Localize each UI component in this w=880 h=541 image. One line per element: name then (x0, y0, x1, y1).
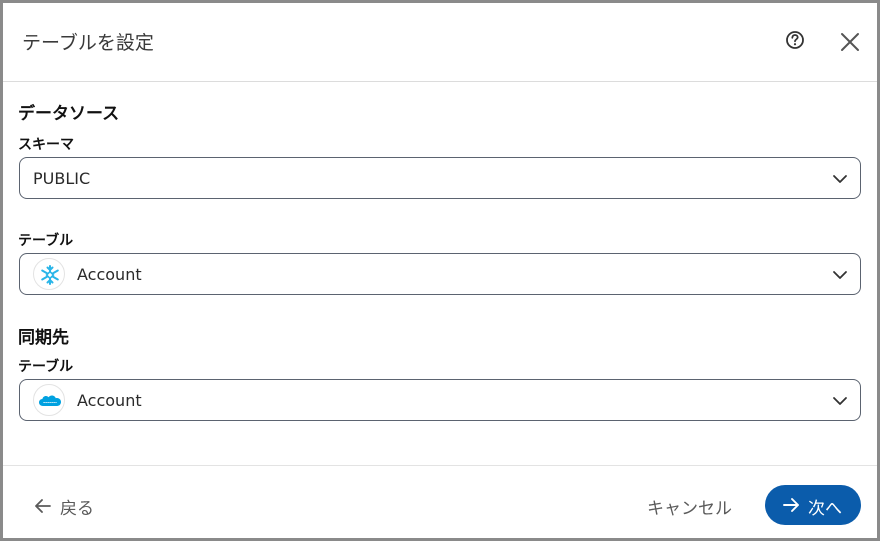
destination-section-title: 同期先 (18, 328, 69, 348)
salesforce-icon (39, 395, 61, 406)
chevron-down-icon (833, 397, 847, 405)
destination-table-label: テーブル (18, 359, 74, 375)
chevron-down-icon (833, 271, 847, 279)
schema-select-value: PUBLIC (33, 169, 91, 188)
next-button-label: 次へ (808, 499, 842, 519)
chevron-down-icon (833, 175, 847, 183)
snowflake-logo (33, 258, 65, 290)
dialog-footer: 戻る キャンセル 次へ (3, 465, 877, 539)
destination-table-select[interactable]: Account (19, 379, 861, 421)
question-circle-icon (786, 31, 804, 49)
data-source-section-title: データソース (18, 104, 120, 124)
schema-label: スキーマ (18, 137, 74, 153)
dialog-title: テーブルを設定 (22, 32, 154, 54)
snowflake-icon (41, 265, 59, 285)
back-button-label: 戻る (60, 499, 94, 519)
next-button[interactable]: 次へ (765, 485, 861, 525)
close-icon (841, 33, 859, 51)
configure-table-dialog: テーブルを設定 データソース スキーマ PUBLIC テーブル Account … (3, 3, 877, 538)
cancel-button[interactable]: キャンセル (647, 494, 732, 519)
destination-table-select-value: Account (77, 391, 142, 410)
source-table-select-value: Account (77, 265, 142, 284)
arrow-right-icon (783, 498, 799, 512)
salesforce-logo (33, 384, 65, 416)
help-button[interactable] (784, 29, 806, 51)
source-table-label: テーブル (18, 233, 74, 249)
dialog-header: テーブルを設定 (3, 3, 877, 82)
arrow-left-icon (35, 499, 51, 513)
source-table-select[interactable]: Account (19, 253, 861, 295)
close-button[interactable] (838, 30, 862, 54)
schema-select[interactable]: PUBLIC (19, 157, 861, 199)
